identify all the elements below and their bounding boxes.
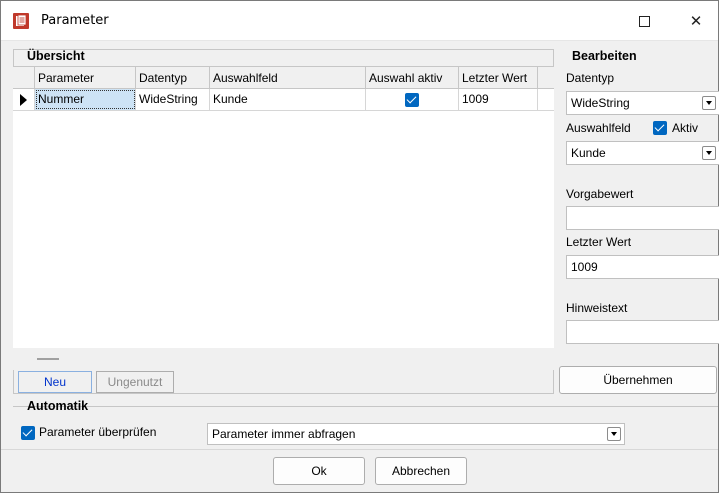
cancel-button[interactable]: Abbrechen <box>375 457 467 485</box>
close-icon: ✕ <box>689 13 703 30</box>
ok-button[interactable]: Ok <box>273 457 365 485</box>
footer-divider <box>1 449 718 450</box>
cell-selection-active[interactable] <box>366 89 459 110</box>
overview-title: Übersicht <box>27 49 85 63</box>
last-value-label: Letzter Wert <box>566 235 632 249</box>
active-label: Aktiv <box>672 121 699 135</box>
table-row[interactable]: Nummer WideString Kunde 1009 <box>13 89 554 111</box>
column-header-datatype[interactable]: Datentyp <box>136 67 210 89</box>
check-parameters-checkbox[interactable] <box>21 426 35 440</box>
column-header-parameter[interactable]: Parameter <box>35 67 136 89</box>
maximize-icon <box>638 15 650 27</box>
selection-active-checkbox[interactable] <box>405 93 419 107</box>
window-title: Parameter <box>41 13 109 28</box>
hint-label: Hinweistext <box>566 301 628 315</box>
automatic-title: Automatik <box>27 399 89 413</box>
splitter-grip[interactable] <box>37 358 59 360</box>
unused-button[interactable]: Ungenutzt <box>96 371 174 393</box>
column-header-selection-field[interactable]: Auswahlfeld <box>210 67 366 89</box>
selection-field-dropdown[interactable]: Kunde <box>566 141 719 165</box>
row-indicator-header <box>13 67 35 89</box>
new-button[interactable]: Neu <box>18 371 92 393</box>
check-mode-value: Parameter immer abfragen <box>212 427 356 441</box>
active-checkbox[interactable] <box>653 121 667 135</box>
edit-title: Bearbeiten <box>572 49 637 63</box>
title-bar: Parameter ✕ <box>1 1 718 41</box>
grid-header: Parameter Datentyp Auswahlfeld Auswahl a… <box>13 67 554 89</box>
check-mode-dropdown[interactable]: Parameter immer abfragen <box>207 423 625 445</box>
datatype-label: Datentyp <box>566 71 615 85</box>
cell-datatype[interactable]: WideString <box>136 89 210 110</box>
document-stack-icon <box>13 13 29 29</box>
chevron-down-icon[interactable] <box>702 96 716 110</box>
cell-last-value[interactable]: 1009 <box>459 89 538 110</box>
parameter-grid[interactable]: Parameter Datentyp Auswahlfeld Auswahl a… <box>13 66 554 348</box>
cell-selection-field[interactable]: Kunde <box>210 89 366 110</box>
parameter-dialog: Parameter ✕ Übersicht Parameter Datentyp… <box>0 0 719 493</box>
hint-input[interactable] <box>566 320 719 344</box>
default-value-input[interactable] <box>566 206 719 230</box>
splitter[interactable] <box>13 348 554 370</box>
last-value-input[interactable]: 1009 <box>566 255 719 279</box>
row-indicator <box>13 89 35 110</box>
column-header-selection-active[interactable]: Auswahl aktiv <box>366 67 459 89</box>
column-header-last-value[interactable]: Letzter Wert <box>459 67 538 89</box>
apply-button[interactable]: Übernehmen <box>559 366 717 394</box>
current-row-arrow-icon <box>20 94 27 106</box>
check-parameters-label[interactable]: Parameter überprüfen <box>39 425 156 439</box>
close-button[interactable]: ✕ <box>673 1 719 41</box>
default-value-label: Vorgabewert <box>566 187 634 201</box>
cell-parameter[interactable]: Nummer <box>35 89 136 110</box>
chevron-down-icon[interactable] <box>702 146 716 160</box>
datatype-value: WideString <box>571 96 630 110</box>
selection-field-label: Auswahlfeld <box>566 121 631 135</box>
datatype-dropdown[interactable]: WideString <box>566 91 719 115</box>
maximize-button[interactable] <box>621 1 667 41</box>
selection-field-value: Kunde <box>571 146 606 160</box>
chevron-down-icon[interactable] <box>607 427 621 441</box>
